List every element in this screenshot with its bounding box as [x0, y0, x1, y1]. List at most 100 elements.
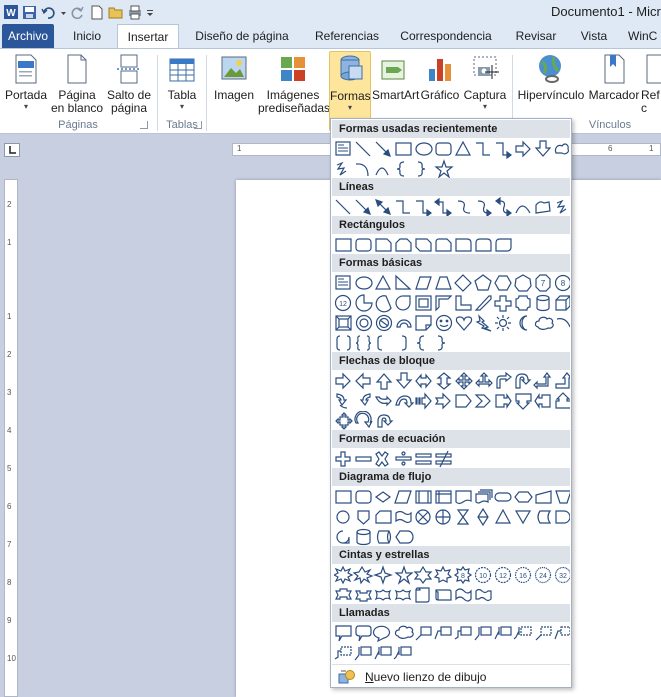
customize-qat-icon[interactable] — [145, 4, 155, 21]
line-callout-accent-3-icon — [513, 626, 532, 640]
oval-callout-icon — [372, 625, 391, 643]
portada-label: Portada — [4, 88, 48, 102]
block-arrows-row-2[interactable] — [334, 391, 570, 411]
svg-text:24: 24 — [539, 573, 547, 580]
tab-revisar[interactable]: Revisar — [508, 24, 564, 48]
tab-vista[interactable]: Vista — [572, 24, 616, 48]
hipervinculo-button[interactable]: Hipervínculo — [516, 53, 586, 102]
tab-winc[interactable]: WinC — [628, 24, 661, 48]
diagonal-stripe-shape-icon — [474, 295, 492, 311]
new-document-icon[interactable] — [88, 4, 105, 21]
imagenes-prediseñadas-button[interactable]: Imágenes prediseñadas — [258, 53, 330, 115]
flowchart-predefined-process-icon — [415, 490, 432, 504]
chevron-shape-icon — [474, 394, 491, 408]
cloud-callout-icon — [394, 625, 414, 639]
group-launcher-icon[interactable] — [194, 121, 202, 129]
rectangles-row[interactable] — [334, 235, 570, 255]
grafico-button[interactable]: Gráfico — [420, 53, 460, 102]
tab-diseno-pagina[interactable]: Diseño de página — [186, 24, 298, 48]
basic-shapes-row-2[interactable]: 12 — [334, 293, 570, 313]
section-equation-shapes: Formas de ecuación — [332, 430, 570, 448]
captura-button[interactable]: Captura ▾ — [462, 53, 508, 112]
word-logo-icon[interactable]: W — [2, 4, 19, 21]
section-basic-shapes: Formas básicas — [332, 254, 570, 272]
group-launcher-icon[interactable] — [140, 121, 148, 129]
stars-row-1[interactable]: 8 10 12 16 24 32 — [334, 565, 570, 585]
line-callout-border-1-icon — [535, 626, 552, 641]
basic-shapes-row-1[interactable]: 7 8 — [334, 273, 570, 293]
undo-icon[interactable] — [40, 4, 57, 21]
flowchart-row-3[interactable] — [334, 527, 570, 547]
quick-access-toolbar: W — [2, 3, 155, 21]
vertical-ruler[interactable]: 2 1 1 2 3 4 5 6 7 8 9 10 — [4, 179, 18, 697]
hipervinculo-label: Hipervínculo — [517, 88, 585, 102]
section-block-arrows: Flechas de bloque — [332, 352, 570, 370]
chord-shape-icon — [375, 295, 392, 313]
bent-up-arrow-shape-icon — [555, 372, 570, 389]
tab-insertar[interactable]: Insertar — [117, 24, 179, 49]
star-shape-icon — [434, 159, 454, 179]
shapes-icon — [340, 55, 363, 81]
tab-archivo[interactable]: Archivo — [2, 24, 54, 48]
open-folder-icon[interactable] — [107, 4, 124, 21]
flowchart-sort-icon — [477, 507, 489, 527]
plus-sign-shape-icon — [335, 451, 351, 467]
curved-right-arrow-shape-icon — [336, 393, 348, 409]
bent-arrow-shape-icon — [496, 371, 512, 389]
tab-selector-icon[interactable] — [4, 143, 20, 157]
smartart-button[interactable]: SmartArt — [372, 53, 419, 102]
decagon-shape-icon: 8 — [554, 274, 570, 292]
flowchart-row-1[interactable] — [334, 487, 570, 507]
pentagon-shape-icon — [474, 274, 492, 291]
flowchart-magnetic-disk-icon — [356, 528, 371, 546]
save-icon[interactable] — [21, 4, 38, 21]
basic-shapes-row-3[interactable] — [334, 313, 570, 333]
4-point-star-shape-icon — [373, 565, 393, 585]
u-turn-down-arrow-shape-icon — [377, 414, 394, 428]
smartart-icon — [381, 60, 405, 80]
block-arrows-row-1[interactable] — [334, 371, 570, 391]
curved-double-arrow-connector-icon — [495, 197, 512, 217]
l-shape-icon — [455, 295, 472, 311]
flowchart-multidocument-icon — [475, 489, 493, 504]
equation-shapes-row[interactable] — [334, 449, 570, 469]
ribbons-row-2[interactable] — [334, 585, 570, 605]
salto-de-pagina-button[interactable]: Salto de página — [104, 53, 154, 115]
flowchart-row-2[interactable] — [334, 507, 570, 527]
flowchart-internal-storage-icon — [435, 490, 452, 504]
block-arrows-row-3[interactable] — [334, 411, 570, 431]
ruler-number: 1 — [7, 238, 12, 247]
document-title: Documento1 - Micr — [551, 4, 661, 19]
marcador-button[interactable]: Marcador — [588, 53, 640, 102]
rounded-rectangular-callout-icon — [355, 625, 372, 642]
print-preview-icon[interactable] — [126, 4, 143, 21]
tab-inicio[interactable]: Inicio — [62, 24, 112, 48]
new-drawing-canvas-item[interactable]: Nuevo lienzo de dibujo — [332, 664, 570, 688]
tabla-button[interactable]: Tabla ▾ — [162, 53, 202, 112]
flowchart-manual-operation-icon — [555, 490, 570, 504]
line-callout-2-icon — [434, 626, 452, 640]
callouts-row-2[interactable] — [334, 643, 570, 663]
portada-button[interactable]: Portada ▾ — [2, 53, 50, 112]
arrow-line-shape-icon — [355, 199, 371, 215]
svg-text:8: 8 — [561, 279, 566, 288]
lines-row[interactable] — [334, 197, 570, 217]
flowchart-preparation-icon — [514, 491, 533, 503]
clip-art-icon — [281, 57, 305, 81]
basic-shapes-row-4[interactable] — [334, 333, 570, 353]
vertical-scroll-shape-icon — [415, 587, 430, 603]
pagina-en-blanco-button[interactable]: Página en blanco — [51, 53, 103, 115]
dropdown-arrow-icon[interactable] — [59, 4, 67, 21]
recent-shapes-row-2[interactable] — [334, 159, 570, 179]
flowchart-process-icon — [335, 490, 352, 504]
flowchart-card-icon — [375, 510, 392, 524]
redo-icon[interactable] — [69, 4, 86, 21]
recent-shapes-row[interactable] — [334, 139, 570, 159]
ruler-number: 1 — [649, 144, 654, 153]
svg-text:W: W — [6, 8, 16, 19]
imagen-button[interactable]: Imagen — [210, 53, 258, 102]
tab-correspondencia[interactable]: Correspondencia — [394, 24, 498, 48]
tab-referencias[interactable]: Referencias — [306, 24, 388, 48]
callouts-row-1[interactable] — [334, 623, 570, 643]
referencia-cruzada-button[interactable]: Ref c — [641, 53, 661, 115]
